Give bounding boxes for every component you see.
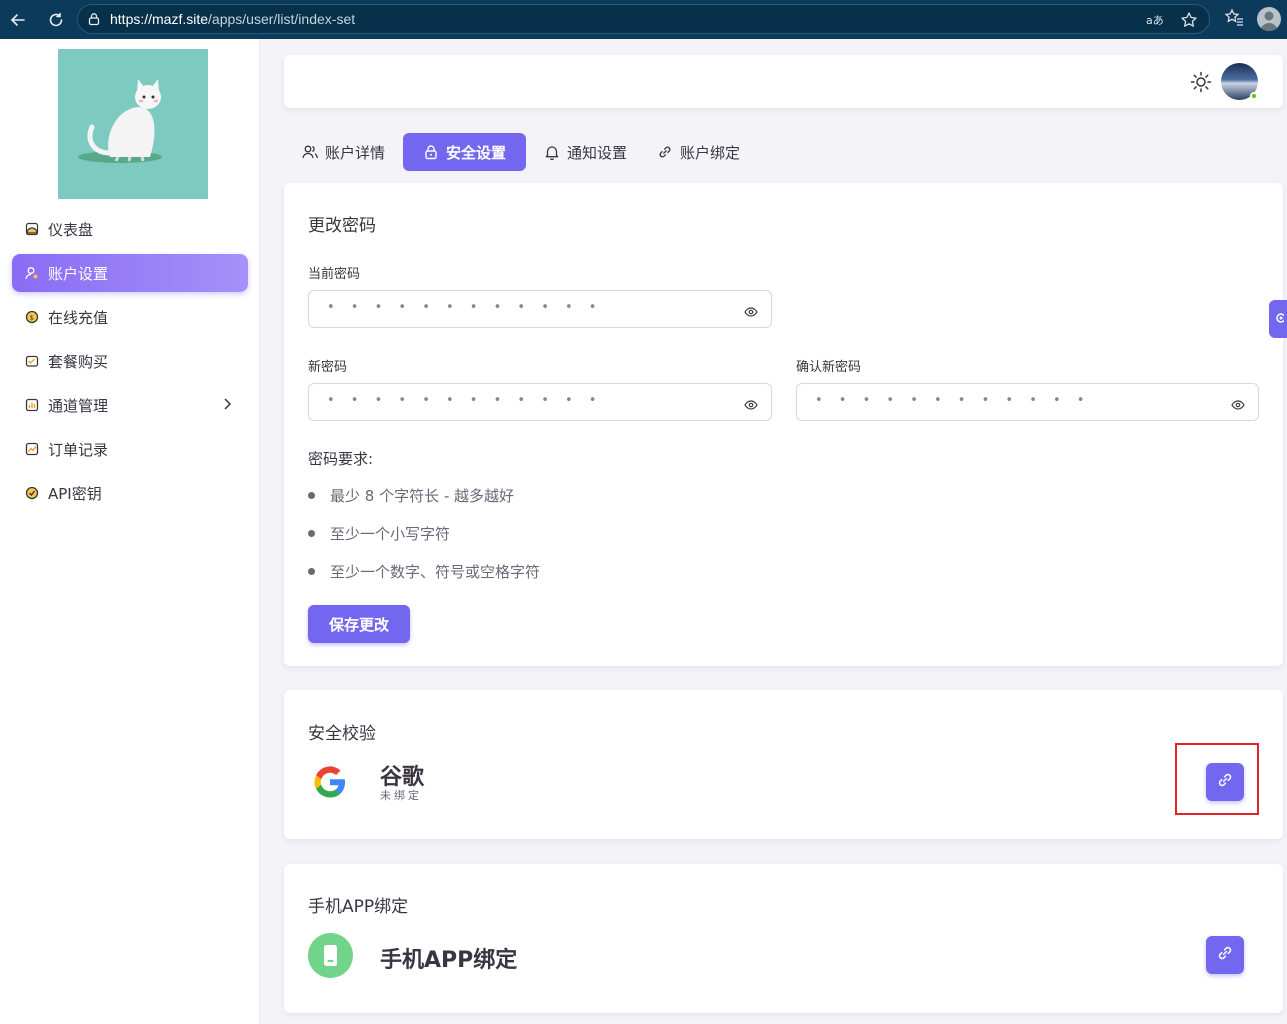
save-button[interactable]: 保存更改	[308, 605, 410, 643]
sidebar-item-dashboard[interactable]: 仪表盘	[12, 210, 248, 248]
app-binding-card: 手机APP绑定 手机APP绑定	[284, 864, 1283, 1013]
favorites-icon[interactable]	[1224, 8, 1244, 28]
app-binding-title: 手机APP绑定	[308, 897, 409, 917]
url-host: https://mazf.site	[110, 11, 209, 27]
address-bar[interactable]: https://mazf.site/apps/user/list/index-s…	[77, 4, 1210, 34]
link-icon	[657, 144, 673, 160]
app-service-name: 手机APP绑定	[380, 948, 518, 973]
svg-text:aあ: aあ	[1146, 14, 1164, 27]
sun-icon[interactable]	[1190, 71, 1212, 97]
highlight-annotation-box	[1175, 743, 1259, 815]
confirm-password-value: • • • • • • • • • • • •	[815, 393, 1091, 408]
list-item: 至少一个小写字符	[308, 523, 450, 544]
list-item: 至少一个数字、符号或空格字符	[308, 561, 540, 582]
tab-account-binding[interactable]: 账户绑定	[645, 133, 752, 171]
url-text: https://mazf.site/apps/user/list/index-s…	[110, 11, 355, 27]
requirement-text: 至少一个小写字符	[330, 525, 451, 543]
phone-icon	[308, 933, 353, 982]
sidebar-item-label: 通道管理	[48, 396, 109, 415]
sidebar-item-label: 套餐购买	[48, 352, 109, 371]
tab-label: 账户详情	[325, 143, 386, 162]
back-arrow-icon[interactable]	[5, 7, 31, 33]
sidebar-item-label: 账户设置	[48, 264, 109, 283]
sidebar-item-api-key[interactable]: API密钥	[12, 474, 248, 512]
read-aloud-icon[interactable]: aあ	[1145, 10, 1165, 30]
confirm-password-label: 确认新密码	[796, 360, 862, 375]
tab-security-settings[interactable]: 安全设置	[403, 133, 527, 171]
sidebar-item-package[interactable]: 套餐购买	[12, 342, 248, 380]
user-settings-icon	[24, 265, 40, 281]
sidebar-item-account-settings[interactable]: 账户设置	[12, 254, 248, 292]
security-verification-title: 安全校验	[308, 724, 376, 744]
tab-notification-settings[interactable]: 通知设置	[532, 133, 639, 171]
lock-icon	[423, 144, 439, 160]
tab-label: 账户绑定	[680, 143, 741, 162]
eye-icon[interactable]	[744, 396, 758, 415]
url-path: /apps/user/list/index-set	[208, 11, 356, 27]
security-verification-card: 安全校验 谷歌 未绑定	[284, 690, 1283, 839]
current-password-field[interactable]: • • • • • • • • • • • •	[308, 290, 772, 328]
top-header	[284, 55, 1283, 108]
sidebar-item-channel[interactable]: 通道管理	[12, 386, 248, 424]
sidebar-nav: 仪表盘 账户设置 $ 在线充值 套餐购买 通道管理 订单记录 API密钥	[12, 210, 248, 518]
star-icon[interactable]	[1179, 10, 1199, 30]
bullet-icon	[308, 568, 315, 575]
new-password-value: • • • • • • • • • • • •	[327, 393, 603, 408]
lock-icon[interactable]	[86, 11, 102, 27]
bell-icon	[544, 144, 560, 160]
eye-icon[interactable]	[744, 303, 758, 322]
reload-icon[interactable]	[43, 7, 69, 33]
current-password-value: • • • • • • • • • • • •	[327, 300, 603, 315]
requirement-text: 至少一个数字、符号或空格字符	[330, 563, 541, 581]
browser-toolbar: https://mazf.site/apps/user/list/index-s…	[0, 0, 1287, 39]
sidebar-item-label: API密钥	[48, 484, 102, 503]
logo-cat-image[interactable]	[58, 49, 208, 199]
bullet-icon	[308, 530, 315, 537]
password-requirements-title: 密码要求:	[308, 450, 374, 468]
sidebar-item-orders[interactable]: 订单记录	[12, 430, 248, 468]
package-icon	[24, 353, 40, 369]
channel-icon	[24, 397, 40, 413]
tab-label: 安全设置	[446, 143, 507, 162]
profile-icon[interactable]	[1257, 7, 1281, 31]
google-logo-icon	[312, 764, 348, 804]
list-item: 最少 8 个字符长 - 越多越好	[308, 485, 514, 506]
api-key-icon	[24, 485, 40, 501]
online-status-dot	[1250, 92, 1258, 100]
eye-icon[interactable]	[1231, 396, 1245, 415]
tab-label: 通知设置	[567, 143, 628, 162]
order-icon	[24, 441, 40, 457]
sidebar-item-label: 在线充值	[48, 308, 109, 327]
settings-tabs: 账户详情 安全设置 通知设置 账户绑定	[290, 133, 758, 171]
sidebar-item-label: 仪表盘	[48, 220, 94, 239]
current-password-label: 当前密码	[308, 267, 361, 282]
tab-account-details[interactable]: 账户详情	[290, 133, 397, 171]
gear-icon	[1272, 310, 1286, 329]
users-icon	[302, 144, 318, 160]
sidebar-item-recharge[interactable]: $ 在线充值	[12, 298, 248, 336]
sidebar-item-label: 订单记录	[48, 440, 109, 459]
google-bind-status: 未绑定	[380, 789, 422, 802]
requirement-text: 最少 8 个字符长 - 越多越好	[330, 487, 515, 505]
dashboard-icon	[24, 221, 40, 237]
bind-app-button[interactable]	[1206, 936, 1244, 974]
confirm-password-field[interactable]: • • • • • • • • • • • •	[796, 383, 1259, 421]
svg-text:$: $	[30, 314, 34, 322]
link-icon	[1216, 944, 1234, 966]
recharge-icon: $	[24, 309, 40, 325]
customizer-gear-button[interactable]	[1269, 300, 1287, 338]
change-password-card: 更改密码 当前密码 • • • • • • • • • • • • 新密码 • …	[284, 183, 1283, 666]
change-password-title: 更改密码	[308, 216, 376, 236]
bullet-icon	[308, 492, 315, 499]
chevron-right-icon	[222, 397, 232, 415]
new-password-label: 新密码	[308, 360, 348, 375]
sidebar: 仪表盘 账户设置 $ 在线充值 套餐购买 通道管理 订单记录 API密钥	[0, 39, 260, 1024]
new-password-field[interactable]: • • • • • • • • • • • •	[308, 383, 772, 421]
